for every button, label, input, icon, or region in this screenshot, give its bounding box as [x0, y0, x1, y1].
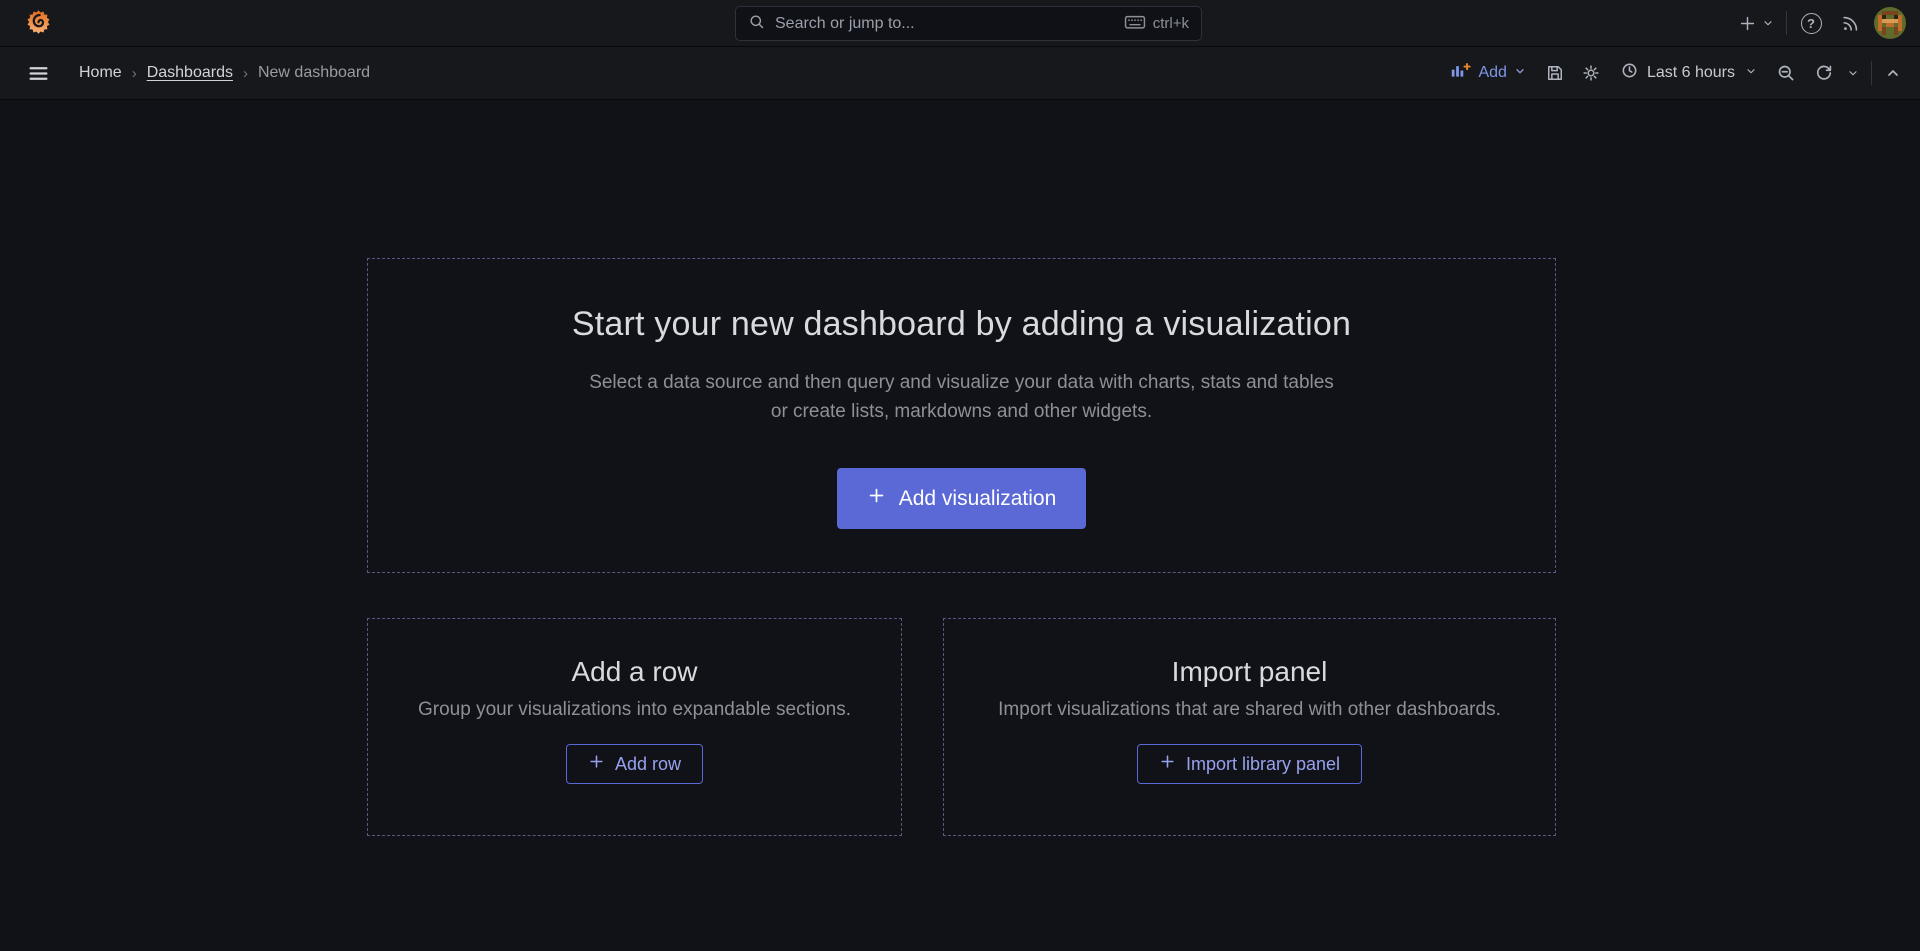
help-icon: ? [1801, 13, 1822, 34]
plus-icon [867, 486, 886, 511]
search-shortcut: ctrl+k [1124, 13, 1189, 35]
dashboard-canvas: Start your new dashboard by adding a vis… [0, 100, 1920, 951]
grafana-logo[interactable] [23, 8, 53, 38]
add-row-label: Add row [615, 754, 681, 775]
save-icon [1545, 63, 1565, 83]
hamburger-icon [28, 63, 49, 84]
import-library-panel-label: Import library panel [1186, 754, 1340, 775]
news-button[interactable] [1835, 7, 1865, 39]
grafana-logo-icon [25, 8, 52, 39]
new-menu-button[interactable] [1735, 7, 1777, 39]
graph-bar-plus-icon [1450, 60, 1471, 86]
search-input[interactable]: Search or jump to... ctrl+k [735, 6, 1202, 41]
import-panel-title: Import panel [1172, 652, 1328, 692]
plus-icon [1159, 753, 1176, 775]
search-icon [748, 13, 765, 35]
refresh-interval-dropdown[interactable] [1843, 57, 1865, 89]
empty-state-subtitle: Select a data source and then query and … [589, 368, 1334, 426]
chevron-down-icon [1514, 64, 1526, 82]
topbar-actions: ? [1735, 7, 1906, 39]
avatar-image [1874, 7, 1906, 39]
refresh-icon [1814, 63, 1834, 83]
refresh-button[interactable] [1807, 57, 1837, 89]
chevron-down-icon [1745, 64, 1757, 82]
chevron-right-icon: › [132, 65, 137, 82]
topbar-divider [1786, 11, 1787, 35]
top-bar: Search or jump to... ctrl+k [0, 0, 1920, 47]
add-row-button[interactable]: Add row [566, 744, 703, 784]
breadcrumb-dashboards[interactable]: Dashboards [147, 64, 233, 82]
chevron-down-icon [1762, 17, 1774, 29]
chevron-right-icon: › [243, 65, 248, 82]
empty-state-subtitle-line2: or create lists, markdowns and other wid… [589, 397, 1334, 426]
import-library-panel-button[interactable]: Import library panel [1137, 744, 1362, 784]
keyboard-icon [1124, 13, 1146, 35]
zoom-out-time-button[interactable] [1771, 57, 1801, 89]
time-range-picker[interactable]: Last 6 hours [1612, 56, 1765, 90]
add-panel-label: Add [1478, 64, 1506, 82]
toolbar-divider [1871, 61, 1872, 85]
time-range-label: Last 6 hours [1647, 64, 1735, 82]
chevron-down-icon [1847, 67, 1859, 79]
zoom-out-icon [1776, 63, 1796, 83]
add-panel-button[interactable]: Add [1442, 56, 1533, 90]
dashboard-settings-button[interactable] [1576, 57, 1606, 89]
add-row-cta: Add a row Group your visualizations into… [367, 618, 902, 836]
empty-state-subtitle-line1: Select a data source and then query and … [589, 368, 1334, 397]
add-visualization-button[interactable]: Add visualization [837, 468, 1087, 529]
toolbar-actions: Add [1442, 56, 1908, 90]
grafana-app: Search or jump to... ctrl+k [0, 0, 1920, 951]
mega-menu-toggle[interactable] [23, 57, 53, 89]
search-shortcut-label: ctrl+k [1153, 15, 1189, 32]
import-panel-description: Import visualizations that are shared wi… [998, 699, 1501, 721]
empty-dashboard-cta: Start your new dashboard by adding a vis… [367, 258, 1556, 573]
plus-icon [1738, 14, 1757, 33]
clock-icon [1620, 61, 1639, 85]
dashboard-toolbar: Home › Dashboards › New dashboard Add [0, 47, 1920, 100]
save-dashboard-button[interactable] [1540, 57, 1570, 89]
plus-icon [588, 753, 605, 775]
user-avatar[interactable] [1874, 7, 1906, 39]
breadcrumb-current: New dashboard [258, 64, 370, 82]
help-button[interactable]: ? [1796, 7, 1826, 39]
breadcrumb-home[interactable]: Home [79, 64, 122, 82]
add-visualization-label: Add visualization [899, 487, 1057, 511]
breadcrumb: Home › Dashboards › New dashboard [79, 64, 370, 82]
collapse-toolbar-button[interactable] [1878, 57, 1908, 89]
import-panel-cta: Import panel Import visualizations that … [943, 618, 1556, 836]
empty-state-title: Start your new dashboard by adding a vis… [572, 305, 1351, 344]
chevron-up-icon [1885, 65, 1901, 81]
search-placeholder: Search or jump to... [775, 15, 1114, 33]
gear-icon [1581, 63, 1601, 83]
add-row-title: Add a row [571, 652, 697, 692]
rss-icon [1841, 14, 1860, 33]
add-row-description: Group your visualizations into expandabl… [418, 699, 851, 721]
